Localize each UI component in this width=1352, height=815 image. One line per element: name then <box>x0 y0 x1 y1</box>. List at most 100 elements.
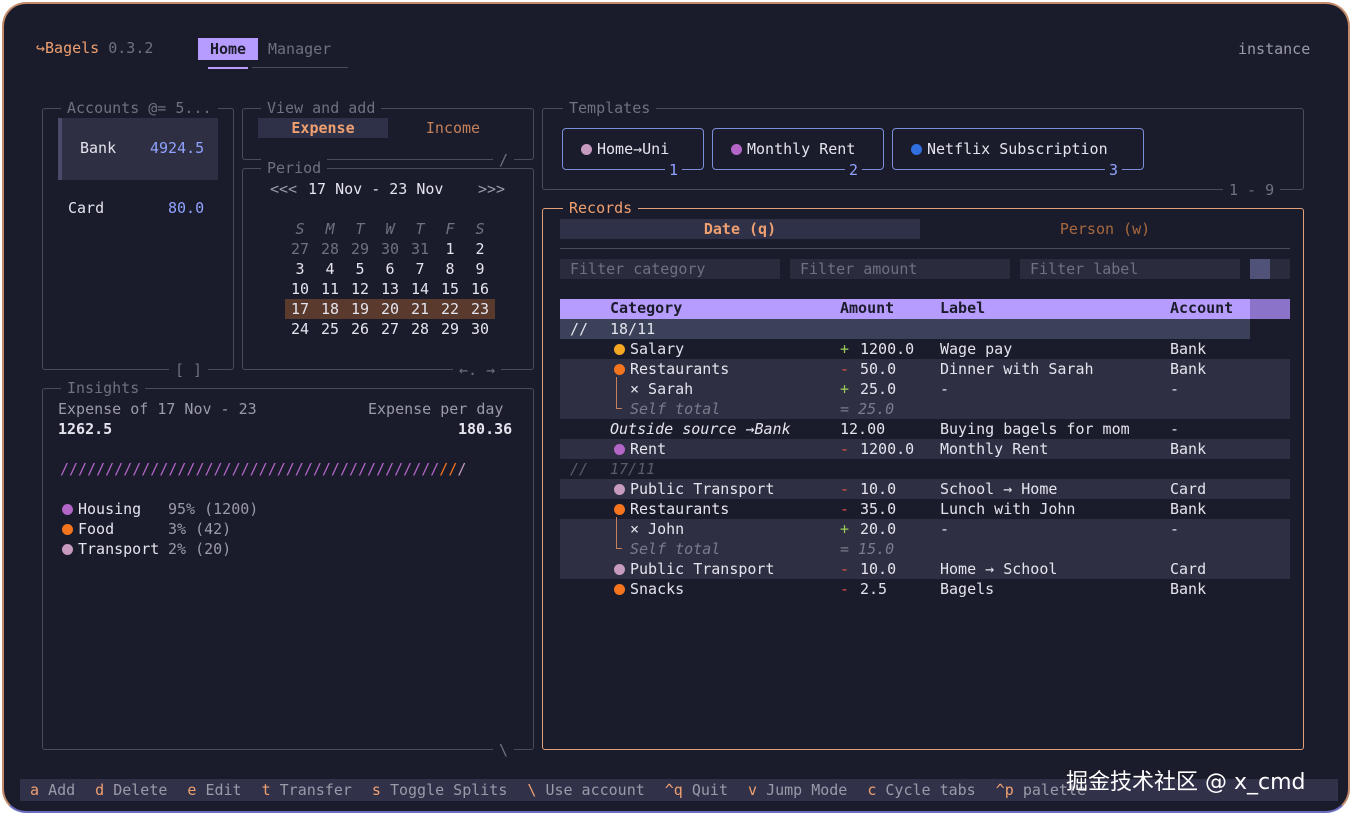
table-row[interactable]: Restaurants -35.0 Lunch with John Bank <box>560 499 1290 519</box>
record-amount: 10.0 <box>860 480 897 498</box>
calendar-day[interactable]: 27 <box>375 319 405 339</box>
calendar-day[interactable]: 11 <box>315 279 345 299</box>
record-account: Bank <box>1170 500 1207 518</box>
table-row[interactable]: Salary +1200.0 Wage pay Bank <box>560 339 1290 359</box>
tab-home[interactable]: Home <box>198 38 258 60</box>
calendar-day[interactable]: 15 <box>435 279 465 299</box>
category-dot-icon <box>614 444 625 455</box>
filter-amount-input[interactable]: Filter amount <box>790 259 1010 279</box>
template-monthly-rent[interactable]: Monthly Rent 2 <box>712 128 884 179</box>
per-day-value: 180.36 <box>458 420 513 438</box>
table-row[interactable]: Public Transport -10.0 Home → School Card <box>560 559 1290 579</box>
calendar-day[interactable]: 5 <box>345 259 375 279</box>
table-row[interactable]: Self total = 25.0 <box>560 399 1290 419</box>
table-row[interactable]: × John +20.0 - - <box>560 517 1290 541</box>
period-footer: ←. → <box>453 360 502 380</box>
table-row[interactable]: Snacks -2.5 Bagels Bank <box>560 579 1290 599</box>
split-person: × Sarah <box>630 380 694 398</box>
category-dot-icon <box>581 144 592 155</box>
template-netflix[interactable]: Netflix Subscription 3 <box>892 128 1144 179</box>
calendar-day[interactable]: 28 <box>315 239 345 259</box>
calendar-day[interactable]: 14 <box>405 279 435 299</box>
period-next-button[interactable]: >>> <box>478 179 505 199</box>
insights-corner: \ <box>493 740 515 760</box>
calendar-day[interactable]: 13 <box>375 279 405 299</box>
filter-category-input[interactable]: Filter category <box>560 259 780 279</box>
calendar-day[interactable]: 30 <box>465 319 495 339</box>
tab-manager[interactable]: Manager <box>268 39 331 59</box>
calendar-day[interactable]: 12 <box>345 279 375 299</box>
calendar-day[interactable]: 10 <box>285 279 315 299</box>
calendar-day[interactable]: 31 <box>405 239 435 259</box>
table-row[interactable]: Outside source →Bank 12.00 Buying bagels f… <box>560 419 1290 439</box>
date-row: // 18/11 <box>560 319 1250 339</box>
per-day-label: Expense per day <box>368 400 504 418</box>
template-home-uni[interactable]: Home→Uni 1 <box>562 128 704 179</box>
account-item-card[interactable]: Card 80.0 <box>58 188 218 230</box>
legend-name: Housing <box>78 500 142 518</box>
record-amount: 35.0 <box>860 500 897 518</box>
table-row[interactable]: × Sarah +25.0 - - <box>560 377 1290 401</box>
calendar-day[interactable]: 21 <box>405 299 435 319</box>
calendar-day[interactable]: 17 <box>285 299 315 319</box>
record-category: Snacks <box>614 579 684 599</box>
legend-item: Food 3% (42) <box>62 519 231 539</box>
shortcut-item[interactable]: \ Use account <box>527 781 644 799</box>
calendar-day[interactable]: 28 <box>405 319 435 339</box>
calendar-day[interactable]: 6 <box>375 259 405 279</box>
calendar-day[interactable]: 9 <box>465 259 495 279</box>
filter-toggle[interactable] <box>1250 259 1290 279</box>
records-divider <box>560 248 1290 249</box>
calendar-day[interactable]: 3 <box>285 259 315 279</box>
shortcut-item[interactable]: v Jump Mode <box>748 781 847 799</box>
shortcut-key: \ <box>527 781 537 799</box>
shortcut-item[interactable]: e Edit <box>187 781 241 799</box>
shortcut-key: ^q <box>664 781 683 799</box>
record-amount: 10.0 <box>860 560 897 578</box>
shortcut-label: Jump Mode <box>766 781 848 799</box>
calendar-day[interactable]: 19 <box>345 299 375 319</box>
expense-tab[interactable]: Expense <box>258 118 388 138</box>
calendar-day[interactable]: 30 <box>375 239 405 259</box>
calendar-day[interactable]: 16 <box>465 279 495 299</box>
period-prev-button[interactable]: <<< <box>270 179 297 199</box>
calendar-day[interactable]: 27 <box>285 239 315 259</box>
calendar-day[interactable]: 18 <box>315 299 345 319</box>
filter-label-input[interactable]: Filter label <box>1020 259 1240 279</box>
calendar-day[interactable]: 25 <box>315 319 345 339</box>
account-item-bank[interactable]: Bank 4924.5 <box>58 118 218 180</box>
tab-home-underline <box>208 67 248 69</box>
income-tab[interactable]: Income <box>388 118 518 138</box>
table-row[interactable]: Self total = 15.0 <box>560 539 1290 559</box>
weekday-header: T <box>415 220 425 238</box>
calendar-day[interactable]: 29 <box>435 319 465 339</box>
shortcut-item[interactable]: ^q Quit <box>665 781 728 799</box>
calendar-day[interactable]: 4 <box>315 259 345 279</box>
record-category: Restaurants <box>614 359 729 379</box>
table-row[interactable]: Rent -1200.0 Monthly Rent Bank <box>560 439 1290 459</box>
amount-sign: - <box>840 500 850 518</box>
expense-of-label: Expense of 17 Nov - 23 <box>58 400 257 418</box>
calendar-day[interactable]: 7 <box>405 259 435 279</box>
calendar-day[interactable]: 22 <box>435 299 465 319</box>
table-row[interactable]: Restaurants -50.0 Dinner with Sarah Bank <box>560 359 1290 379</box>
calendar-day[interactable]: 24 <box>285 319 315 339</box>
calendar-day[interactable]: 2 <box>465 239 495 259</box>
shortcut-item[interactable]: s Toggle Splits <box>372 781 507 799</box>
calendar-day[interactable]: 20 <box>375 299 405 319</box>
weekday-header: S <box>295 220 305 238</box>
calendar-day[interactable]: 26 <box>345 319 375 339</box>
shortcut-item[interactable]: c Cycle tabs <box>867 781 975 799</box>
calendar-day[interactable]: 1 <box>435 239 465 259</box>
calendar-day[interactable]: 23 <box>465 299 495 319</box>
weekday-header: S <box>475 220 485 238</box>
shortcut-item[interactable]: t Transfer <box>262 781 352 799</box>
calendar-day[interactable]: 29 <box>345 239 375 259</box>
shortcut-item[interactable]: d Delete <box>95 781 167 799</box>
calendar-day[interactable]: 8 <box>435 259 465 279</box>
shortcut-item[interactable]: a Add <box>30 781 75 799</box>
tab-date[interactable]: Date (q) <box>560 219 920 239</box>
record-label: Bagels <box>940 580 995 598</box>
tab-person[interactable]: Person (w) <box>920 219 1290 239</box>
table-row[interactable]: Public Transport -10.0 School → Home Card <box>560 479 1290 499</box>
